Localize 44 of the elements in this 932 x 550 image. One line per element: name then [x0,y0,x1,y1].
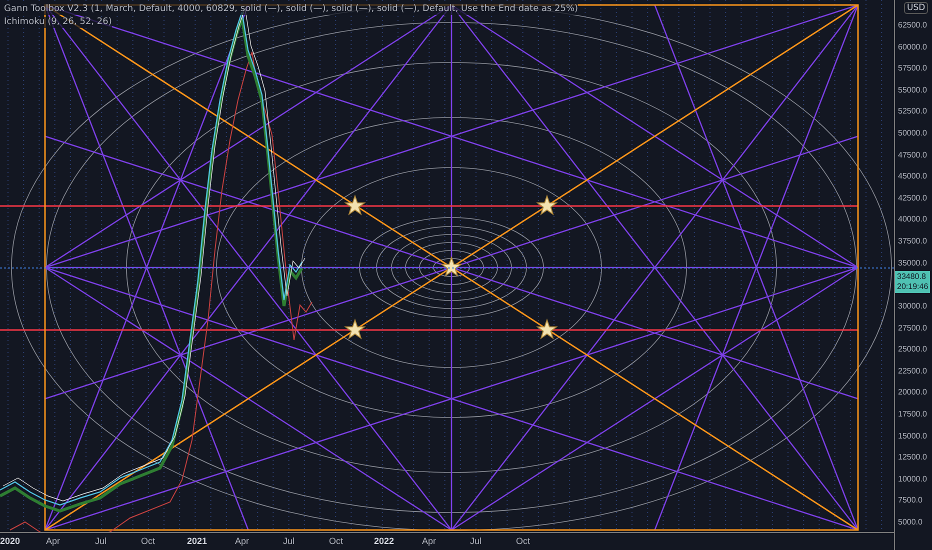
price-axis-label: 27500.0 [898,323,927,332]
star-icon [344,194,366,216]
price-axis-label: 20000.0 [898,388,927,397]
price-axis-label: 17500.0 [898,409,927,418]
price-axis-label: 55000.0 [898,85,927,94]
price-axis-label: 50000.0 [898,128,927,138]
time-axis-label: 2021 [187,536,208,546]
price-axis-label: 42500.0 [898,193,927,202]
price-axis-label: 47500.0 [898,150,927,160]
time-axis-label: Apr [235,536,250,546]
time-axis-label: Oct [329,536,344,546]
price-axis-label: 35000.0 [898,258,927,268]
star-icon [536,318,558,340]
price-axis-label: 52500.0 [898,106,927,116]
price-axis-label: 10000.0 [898,474,927,484]
price-axis-label: 40000.0 [898,214,927,224]
time-axis-label: 2020 [0,536,20,546]
time-axis-label: Jul [283,536,295,546]
price-axis-label: 60000.0 [898,42,927,52]
time-axis-label: Apr [46,536,60,546]
price-axis-label: 22500.0 [898,366,927,376]
indicator-legend: Gann Toolbox V2.3 (1, March, Default, 4000, 60829, solid (—), solid (—), solid (—), solid (—), Default, Use the End date as 25%) [4,4,578,15]
star-icon [440,256,462,277]
time-axis-label: Oct [516,536,530,546]
price-axis-label: 45000.0 [898,172,927,181]
time-axis-label: Jul [470,536,482,546]
currency-label: USD [904,2,928,14]
time-axis-label: Apr [422,536,436,546]
price-axis-label: 7500.0 [898,496,922,505]
price-axis-label: 5000.0 [898,518,922,526]
price-axis-label: 15000.0 [898,431,927,440]
last-price-tag: 33480.8 20:19:46 [895,271,930,293]
price-axis-label: 57500.0 [898,64,927,73]
time-axis-label: Oct [141,536,156,546]
time-axis-label: Jul [95,536,107,546]
indicator-legend: Ichimoku (9, 26, 52, 26) [4,17,112,28]
star-icon [344,318,366,340]
price-axis-label: 37500.0 [898,236,927,246]
price-axis-label: 62500.0 [898,20,927,30]
price-axis-label: 12500.0 [898,452,927,462]
time-axis-label: 2022 [374,536,394,546]
star-icon [536,194,558,216]
price-axis-label: 25000.0 [898,344,927,354]
price-axis-label: 30000.0 [898,301,927,310]
